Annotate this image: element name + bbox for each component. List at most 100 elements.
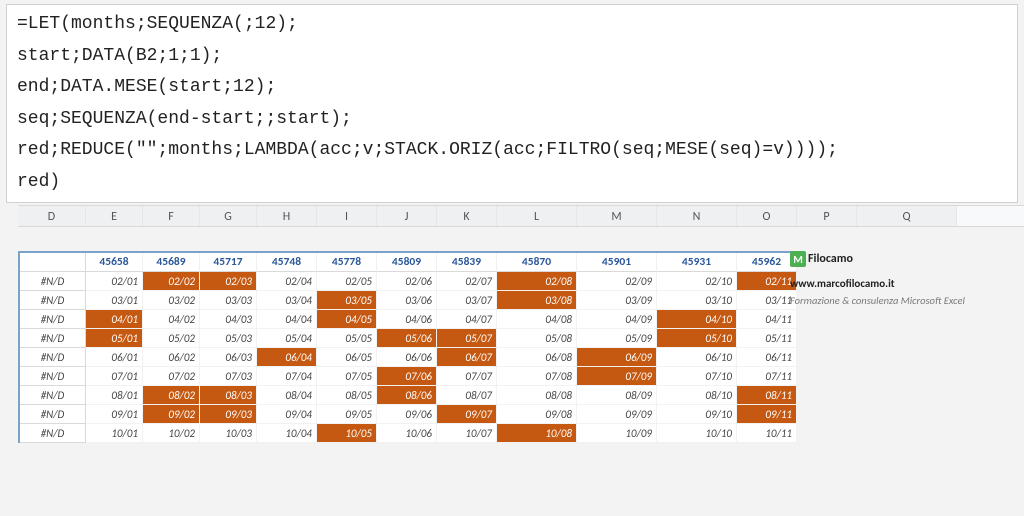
- row-label[interactable]: #N/D: [20, 405, 86, 424]
- brand-url[interactable]: www.marcofilocamo.it: [790, 277, 1020, 290]
- date-cell[interactable]: 03/01: [86, 291, 143, 310]
- col-header-d[interactable]: D: [18, 206, 86, 226]
- date-cell[interactable]: 02/07: [437, 272, 497, 291]
- date-cell[interactable]: 04/11: [737, 310, 797, 329]
- date-cell[interactable]: 05/04: [257, 329, 317, 348]
- date-cell[interactable]: 07/11: [737, 367, 797, 386]
- date-cell[interactable]: 04/07: [437, 310, 497, 329]
- serial-header[interactable]: 45689: [143, 253, 200, 272]
- date-cell[interactable]: 03/02: [143, 291, 200, 310]
- serial-header[interactable]: 45778: [317, 253, 377, 272]
- col-header-j[interactable]: J: [377, 206, 437, 226]
- row-label[interactable]: #N/D: [20, 424, 86, 443]
- date-cell[interactable]: 10/09: [577, 424, 657, 443]
- date-cell[interactable]: 06/08: [497, 348, 577, 367]
- date-cell[interactable]: 09/07: [437, 405, 497, 424]
- date-cell[interactable]: 10/04: [257, 424, 317, 443]
- row-label[interactable]: #N/D: [20, 386, 86, 405]
- date-cell[interactable]: 09/04: [257, 405, 317, 424]
- date-cell[interactable]: 07/02: [143, 367, 200, 386]
- date-cell[interactable]: 08/06: [377, 386, 437, 405]
- date-cell[interactable]: 02/10: [657, 272, 737, 291]
- serial-header[interactable]: 45870: [497, 253, 577, 272]
- date-cell[interactable]: 04/06: [377, 310, 437, 329]
- date-cell[interactable]: 10/02: [143, 424, 200, 443]
- date-cell[interactable]: 05/03: [200, 329, 257, 348]
- date-cell[interactable]: 08/02: [143, 386, 200, 405]
- date-cell[interactable]: 05/08: [497, 329, 577, 348]
- date-cell[interactable]: 02/08: [497, 272, 577, 291]
- date-cell[interactable]: 07/04: [257, 367, 317, 386]
- date-cell[interactable]: 03/09: [577, 291, 657, 310]
- date-cell[interactable]: 03/07: [437, 291, 497, 310]
- date-cell[interactable]: 09/10: [657, 405, 737, 424]
- col-header-i[interactable]: I: [317, 206, 377, 226]
- date-cell[interactable]: 05/10: [657, 329, 737, 348]
- date-cell[interactable]: 04/08: [497, 310, 577, 329]
- date-cell[interactable]: 02/02: [143, 272, 200, 291]
- date-cell[interactable]: 02/11: [737, 272, 797, 291]
- date-cell[interactable]: 05/01: [86, 329, 143, 348]
- col-header-q[interactable]: Q: [857, 206, 957, 226]
- serial-header[interactable]: 45901: [577, 253, 657, 272]
- serial-header[interactable]: 45809: [377, 253, 437, 272]
- row-label[interactable]: #N/D: [20, 367, 86, 386]
- col-header-n[interactable]: N: [657, 206, 737, 226]
- date-cell[interactable]: 03/04: [257, 291, 317, 310]
- date-cell[interactable]: 03/03: [200, 291, 257, 310]
- date-cell[interactable]: 04/03: [200, 310, 257, 329]
- col-header-p[interactable]: P: [797, 206, 857, 226]
- date-cell[interactable]: 07/07: [437, 367, 497, 386]
- date-cell[interactable]: 03/10: [657, 291, 737, 310]
- date-cell[interactable]: 07/08: [497, 367, 577, 386]
- row-label[interactable]: #N/D: [20, 348, 86, 367]
- date-cell[interactable]: 06/05: [317, 348, 377, 367]
- date-cell[interactable]: 08/04: [257, 386, 317, 405]
- date-cell[interactable]: 06/07: [437, 348, 497, 367]
- date-cell[interactable]: 09/08: [497, 405, 577, 424]
- col-header-e[interactable]: E: [86, 206, 143, 226]
- date-cell[interactable]: 07/10: [657, 367, 737, 386]
- date-cell[interactable]: 04/04: [257, 310, 317, 329]
- date-cell[interactable]: 08/11: [737, 386, 797, 405]
- date-cell[interactable]: 07/06: [377, 367, 437, 386]
- date-cell[interactable]: 10/06: [377, 424, 437, 443]
- serial-header[interactable]: 45748: [257, 253, 317, 272]
- date-cell[interactable]: 05/09: [577, 329, 657, 348]
- date-cell[interactable]: 02/06: [377, 272, 437, 291]
- date-cell[interactable]: 08/10: [657, 386, 737, 405]
- date-cell[interactable]: 10/11: [737, 424, 797, 443]
- date-cell[interactable]: 06/03: [200, 348, 257, 367]
- col-header-k[interactable]: K: [437, 206, 497, 226]
- serial-header[interactable]: 45717: [200, 253, 257, 272]
- date-cell[interactable]: 05/05: [317, 329, 377, 348]
- date-cell[interactable]: 09/05: [317, 405, 377, 424]
- date-cell[interactable]: 06/01: [86, 348, 143, 367]
- date-cell[interactable]: 07/03: [200, 367, 257, 386]
- date-cell[interactable]: 08/03: [200, 386, 257, 405]
- date-cell[interactable]: 06/06: [377, 348, 437, 367]
- formula-bar[interactable]: =LET(months;SEQUENZA(;12); start;DATA(B2…: [6, 4, 1018, 203]
- date-cell[interactable]: 10/03: [200, 424, 257, 443]
- date-cell[interactable]: 10/05: [317, 424, 377, 443]
- date-cell[interactable]: 06/11: [737, 348, 797, 367]
- date-cell[interactable]: 03/08: [497, 291, 577, 310]
- date-cell[interactable]: 05/11: [737, 329, 797, 348]
- date-cell[interactable]: 02/09: [577, 272, 657, 291]
- date-cell[interactable]: 09/09: [577, 405, 657, 424]
- date-cell[interactable]: 03/11: [737, 291, 797, 310]
- date-cell[interactable]: 07/09: [577, 367, 657, 386]
- date-cell[interactable]: 02/05: [317, 272, 377, 291]
- date-cell[interactable]: 06/02: [143, 348, 200, 367]
- row-label[interactable]: #N/D: [20, 310, 86, 329]
- date-cell[interactable]: 10/07: [437, 424, 497, 443]
- date-cell[interactable]: 08/01: [86, 386, 143, 405]
- serial-header[interactable]: 45658: [86, 253, 143, 272]
- date-cell[interactable]: 04/10: [657, 310, 737, 329]
- date-cell[interactable]: 04/09: [577, 310, 657, 329]
- date-cell[interactable]: 09/03: [200, 405, 257, 424]
- date-cell[interactable]: 09/01: [86, 405, 143, 424]
- serial-header[interactable]: 45931: [657, 253, 737, 272]
- date-cell[interactable]: 06/09: [577, 348, 657, 367]
- date-cell[interactable]: 03/06: [377, 291, 437, 310]
